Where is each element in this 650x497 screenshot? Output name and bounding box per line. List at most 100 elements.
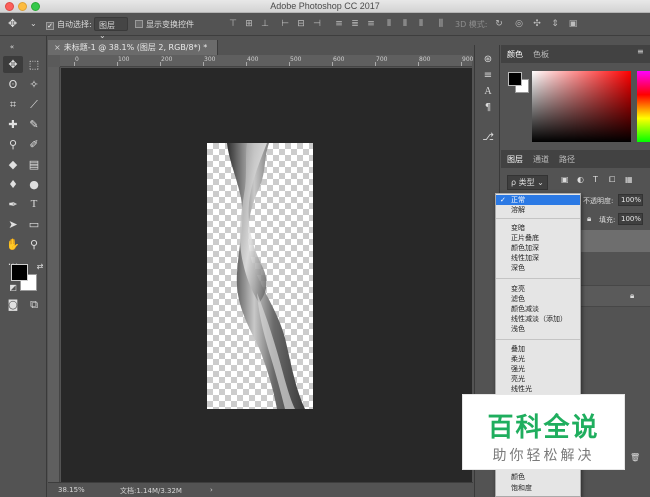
tab-swatches[interactable]: 色板 <box>533 49 549 60</box>
filter-type-icon[interactable]: T <box>593 175 598 184</box>
roll-3d-icon[interactable]: ◎ <box>514 19 524 29</box>
blend-mode-option-linear-burn[interactable]: 线性加深 <box>496 253 580 263</box>
filter-adjustment-icon[interactable]: ◐ <box>577 175 584 184</box>
crop-tool-icon[interactable]: ⌗ <box>3 96 23 113</box>
align-bottom-icon[interactable]: ⊥ <box>260 19 270 29</box>
opacity-field[interactable]: 100% <box>618 194 643 206</box>
align-vcenter-icon[interactable]: ⊞ <box>244 19 254 29</box>
document-tab[interactable]: × 未标题-1 @ 38.1% (图层 2, RGB/8*) * <box>48 40 218 55</box>
move-tool-icon[interactable]: ✥ <box>8 17 17 30</box>
blend-mode-option-linear-light[interactable]: 线性光 <box>496 384 580 394</box>
scale-3d-icon[interactable]: ▣ <box>568 19 578 29</box>
default-colors-icon[interactable]: ◩ <box>3 279 23 296</box>
clone-stamp-tool-icon[interactable]: ⚲ <box>3 136 23 153</box>
eraser-tool-icon[interactable]: ◆ <box>3 156 23 173</box>
brush-tool-icon[interactable]: ✎ <box>24 116 44 133</box>
blend-mode-option-color[interactable]: 颜色 <box>496 472 580 482</box>
align-right-icon[interactable]: ⊣ <box>312 19 322 29</box>
dodge-tool-icon[interactable]: ● <box>24 176 44 193</box>
tab-channels[interactable]: 通道 <box>533 154 549 165</box>
delete-layer-icon[interactable]: 🗑︎ <box>630 453 640 462</box>
blend-mode-option-color-burn[interactable]: 颜色加深 <box>496 243 580 253</box>
align-hcenter-icon[interactable]: ⊟ <box>296 19 306 29</box>
hand-tool-icon[interactable]: ✋ <box>3 236 23 253</box>
layer-filter-select[interactable]: ρ 类型 ⌄ <box>507 175 548 190</box>
auto-select-checkbox[interactable]: ✓ 自动选择: <box>46 19 92 30</box>
path-selection-tool-icon[interactable]: ➤ <box>3 216 23 233</box>
blend-mode-option-normal[interactable]: ✓ 正常 <box>496 195 580 205</box>
show-transform-checkbox[interactable]: 显示变换控件 <box>135 19 194 30</box>
blend-mode-option-lighten[interactable]: 变亮 <box>496 284 580 294</box>
tab-paths[interactable]: 路径 <box>559 154 575 165</box>
lock-icon[interactable]: 🔒︎ <box>587 214 591 224</box>
healing-brush-tool-icon[interactable]: ✚ <box>3 116 23 133</box>
eyedropper-tool-icon[interactable]: ⟋ <box>24 96 44 113</box>
color-field[interactable] <box>532 71 631 142</box>
checkmark-icon: ✓ <box>500 196 506 204</box>
close-icon[interactable]: × <box>54 43 61 52</box>
adjustments-panel-icon[interactable]: ⎇ <box>481 131 495 145</box>
distribute-bottom-icon[interactable]: ≡ <box>366 19 376 29</box>
vertical-ruler[interactable] <box>48 67 60 482</box>
blend-mode-option-overlay[interactable]: 叠加 <box>496 344 580 354</box>
magic-wand-tool-icon[interactable]: ✧ <box>24 76 44 93</box>
marquee-tool-icon[interactable]: ⬚ <box>24 56 44 73</box>
blend-mode-option-linear-dodge[interactable]: 线性减淡（添加） <box>496 314 580 324</box>
document-canvas[interactable] <box>207 143 313 409</box>
distribute-hcenter-icon[interactable]: ⦀ <box>400 19 410 29</box>
align-left-icon[interactable]: ⊢ <box>280 19 290 29</box>
zoom-tool-icon[interactable]: ⚲ <box>24 236 44 253</box>
distribute-left-icon[interactable]: ⫴ <box>384 19 394 29</box>
ruler-origin[interactable] <box>48 55 60 67</box>
filter-pixel-icon[interactable]: ▣ <box>561 175 569 184</box>
history-brush-tool-icon[interactable]: ✐ <box>24 136 44 153</box>
filter-shape-icon[interactable]: ⧠ <box>609 175 615 185</box>
foreground-color-swatch[interactable] <box>508 72 522 86</box>
screen-mode-icon[interactable]: ⧉ <box>24 296 44 313</box>
type-tool-icon[interactable]: T <box>24 196 44 213</box>
fill-field[interactable]: 100% <box>618 213 643 225</box>
history-panel-icon[interactable]: ⊛ <box>481 53 495 67</box>
chevron-down-icon[interactable]: ⌄ <box>30 19 37 28</box>
distribute-top-icon[interactable]: ≡ <box>334 19 344 29</box>
tab-color[interactable]: 颜色 <box>507 49 523 60</box>
blend-mode-option-lighter-color[interactable]: 浅色 <box>496 324 580 334</box>
blend-mode-option-darker-color[interactable]: 深色 <box>496 263 580 273</box>
distribute-vcenter-icon[interactable]: ≣ <box>350 19 360 29</box>
distribute-right-icon[interactable]: ⫴ <box>416 19 426 29</box>
move-tool-icon[interactable]: ✥ <box>3 56 23 73</box>
drag-3d-icon[interactable]: ✣ <box>532 19 542 29</box>
auto-align-icon[interactable]: ⫼ <box>436 19 446 29</box>
blend-mode-option-dissolve[interactable]: 溶解 <box>496 205 580 215</box>
blend-mode-option-hard-light[interactable]: 强光 <box>496 364 580 374</box>
panel-menu-icon[interactable]: ≡ <box>637 47 644 56</box>
blur-tool-icon[interactable]: ♦ <box>3 176 23 193</box>
auto-select-target-select[interactable]: 图层 ⌄ <box>94 17 128 40</box>
lasso-tool-icon[interactable]: ʘ <box>3 76 23 93</box>
properties-panel-icon[interactable]: ≡ <box>481 69 495 83</box>
align-top-icon[interactable]: ⊤ <box>228 19 238 29</box>
hue-slider[interactable] <box>637 71 650 142</box>
blend-mode-option-saturation[interactable]: 饱和度 <box>496 483 580 493</box>
blend-mode-option-screen[interactable]: 滤色 <box>496 294 580 304</box>
zoom-level[interactable]: 38.15% <box>58 486 85 494</box>
blend-mode-option-color-dodge[interactable]: 颜色减淡 <box>496 304 580 314</box>
quick-mask-icon[interactable]: ◙ <box>3 296 23 313</box>
blend-mode-option-soft-light[interactable]: 柔光 <box>496 354 580 364</box>
paragraph-panel-icon[interactable]: ¶ <box>481 101 495 115</box>
filter-smart-object-icon[interactable]: ▦ <box>625 175 633 184</box>
blend-mode-option-darken[interactable]: 变暗 <box>496 223 580 233</box>
rectangle-tool-icon[interactable]: ▭ <box>24 216 44 233</box>
slide-3d-icon[interactable]: ⇕ <box>550 19 560 29</box>
swap-colors-icon[interactable]: ⇄ <box>30 258 50 275</box>
collapse-toolbar-icon[interactable]: « <box>2 39 22 56</box>
tab-layers[interactable]: 图层 <box>507 154 523 165</box>
blend-mode-option-multiply[interactable]: 正片叠底 <box>496 233 580 243</box>
character-panel-icon[interactable]: A <box>481 85 495 99</box>
blend-mode-option-vivid-light[interactable]: 亮光 <box>496 374 580 384</box>
pen-tool-icon[interactable]: ✒ <box>3 196 23 213</box>
rotate-3d-icon[interactable]: ↻ <box>494 19 504 29</box>
gradient-tool-icon[interactable]: ▤ <box>24 156 44 173</box>
status-menu-arrow-icon[interactable]: › <box>210 486 213 494</box>
horizontal-ruler[interactable]: 0 100 200 300 400 500 600 700 800 900 <box>60 55 473 67</box>
